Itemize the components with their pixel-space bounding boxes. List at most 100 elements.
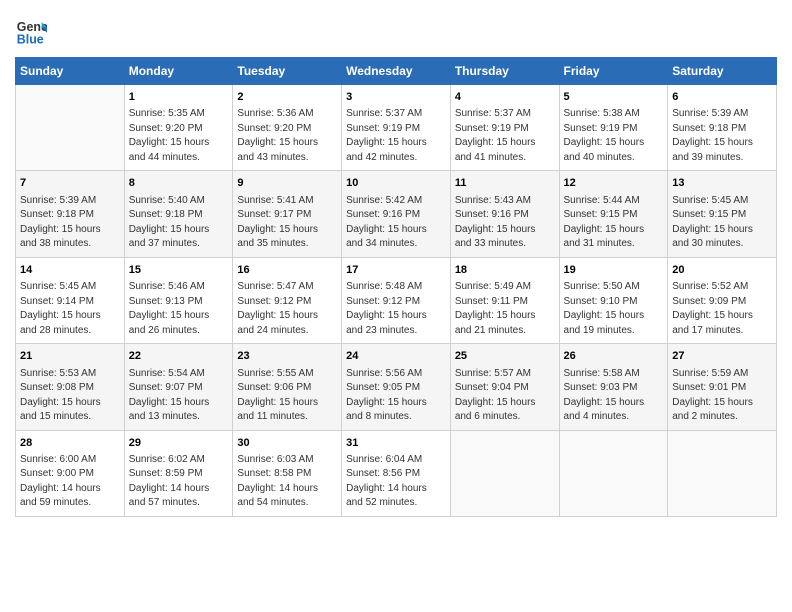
day-info: Sunrise: 5:53 AM Sunset: 9:08 PM Dayligh… xyxy=(20,367,120,425)
day-cell: 23 Sunrise: 5:55 AM Sunset: 9:06 PM Dayli… xyxy=(233,344,342,430)
day-cell xyxy=(668,430,777,516)
day-cell: 17Sunrise: 5:48 AM Sunset: 9:12 PM Dayli… xyxy=(342,257,451,343)
svg-text:Blue: Blue xyxy=(17,32,44,46)
day-number: 31 xyxy=(346,436,446,451)
day-number: 4 xyxy=(455,90,555,105)
week-row-2: 7 Sunrise: 5:39 AM Sunset: 9:18 PM Daylig… xyxy=(16,171,777,257)
day-number: 24 xyxy=(346,349,446,364)
day-cell: 9 Sunrise: 5:41 AM Sunset: 9:17 PM Daylig… xyxy=(233,171,342,257)
day-cell: 13 Sunrise: 5:45 AM Sunset: 9:15 PM Dayli… xyxy=(668,171,777,257)
day-info: Sunrise: 6:02 AM Sunset: 8:59 PM Dayligh… xyxy=(129,453,229,511)
day-cell: 11 Sunrise: 5:43 AM Sunset: 9:16 PM Dayli… xyxy=(450,171,559,257)
col-header-monday: Monday xyxy=(124,58,233,85)
day-info: Sunrise: 5:58 AM Sunset: 9:03 PM Dayligh… xyxy=(564,367,664,425)
week-row-3: 14 Sunrise: 5:45 AM Sunset: 9:14 PM Dayli… xyxy=(16,257,777,343)
day-info: Sunrise: 5:52 AM Sunset: 9:09 PM Dayligh… xyxy=(672,280,772,338)
day-info: Sunrise: 5:35 AM Sunset: 9:20 PM Dayligh… xyxy=(129,107,229,165)
day-number: 1 xyxy=(129,90,229,105)
day-info: Sunrise: 5:43 AM Sunset: 9:16 PM Dayligh… xyxy=(455,194,555,252)
day-number: 15 xyxy=(129,263,229,278)
day-cell: 28Sunrise: 6:00 AM Sunset: 9:00 PM Dayli… xyxy=(16,430,125,516)
day-info: Sunrise: 5:37 AM Sunset: 9:19 PM Dayligh… xyxy=(455,107,555,165)
logo-icon: General Blue xyxy=(15,15,47,47)
col-header-wednesday: Wednesday xyxy=(342,58,451,85)
day-info: Sunrise: 5:47 AM Sunset: 9:12 PM Dayligh… xyxy=(237,280,337,338)
day-cell: 15 Sunrise: 5:46 AM Sunset: 9:13 PM Dayli… xyxy=(124,257,233,343)
day-number: 7 xyxy=(20,176,120,191)
day-info: Sunrise: 5:39 AM Sunset: 9:18 PM Dayligh… xyxy=(20,194,120,252)
day-number: 6 xyxy=(672,90,772,105)
page-header: General Blue xyxy=(15,15,777,47)
logo: General Blue xyxy=(15,15,51,47)
day-cell xyxy=(450,430,559,516)
day-number: 27 xyxy=(672,349,772,364)
day-info: Sunrise: 5:46 AM Sunset: 9:13 PM Dayligh… xyxy=(129,280,229,338)
day-cell: 5 Sunrise: 5:38 AM Sunset: 9:19 PM Daylig… xyxy=(559,85,668,171)
header-row: SundayMondayTuesdayWednesdayThursdayFrid… xyxy=(16,58,777,85)
day-info: Sunrise: 5:38 AM Sunset: 9:19 PM Dayligh… xyxy=(564,107,664,165)
day-cell: 22Sunrise: 5:54 AM Sunset: 9:07 PM Dayli… xyxy=(124,344,233,430)
day-info: Sunrise: 5:44 AM Sunset: 9:15 PM Dayligh… xyxy=(564,194,664,252)
day-info: Sunrise: 5:50 AM Sunset: 9:10 PM Dayligh… xyxy=(564,280,664,338)
day-cell: 21Sunrise: 5:53 AM Sunset: 9:08 PM Dayli… xyxy=(16,344,125,430)
day-number: 25 xyxy=(455,349,555,364)
day-cell: 26 Sunrise: 5:58 AM Sunset: 9:03 PM Dayli… xyxy=(559,344,668,430)
day-cell: 19Sunrise: 5:50 AM Sunset: 9:10 PM Dayli… xyxy=(559,257,668,343)
day-number: 2 xyxy=(237,90,337,105)
col-header-friday: Friday xyxy=(559,58,668,85)
day-info: Sunrise: 5:45 AM Sunset: 9:14 PM Dayligh… xyxy=(20,280,120,338)
day-info: Sunrise: 5:36 AM Sunset: 9:20 PM Dayligh… xyxy=(237,107,337,165)
day-cell: 16 Sunrise: 5:47 AM Sunset: 9:12 PM Dayli… xyxy=(233,257,342,343)
day-number: 18 xyxy=(455,263,555,278)
day-number: 28 xyxy=(20,436,120,451)
calendar-table: SundayMondayTuesdayWednesdayThursdayFrid… xyxy=(15,57,777,517)
day-info: Sunrise: 5:45 AM Sunset: 9:15 PM Dayligh… xyxy=(672,194,772,252)
day-info: Sunrise: 5:42 AM Sunset: 9:16 PM Dayligh… xyxy=(346,194,446,252)
col-header-thursday: Thursday xyxy=(450,58,559,85)
day-number: 30 xyxy=(237,436,337,451)
col-header-tuesday: Tuesday xyxy=(233,58,342,85)
day-cell: 3 Sunrise: 5:37 AM Sunset: 9:19 PM Daylig… xyxy=(342,85,451,171)
day-number: 8 xyxy=(129,176,229,191)
day-cell: 24Sunrise: 5:56 AM Sunset: 9:05 PM Dayli… xyxy=(342,344,451,430)
day-info: Sunrise: 5:41 AM Sunset: 9:17 PM Dayligh… xyxy=(237,194,337,252)
day-cell: 4 Sunrise: 5:37 AM Sunset: 9:19 PM Daylig… xyxy=(450,85,559,171)
day-info: Sunrise: 5:57 AM Sunset: 9:04 PM Dayligh… xyxy=(455,367,555,425)
day-number: 29 xyxy=(129,436,229,451)
day-cell: 30Sunrise: 6:03 AM Sunset: 8:58 PM Dayli… xyxy=(233,430,342,516)
day-number: 11 xyxy=(455,176,555,191)
day-info: Sunrise: 5:39 AM Sunset: 9:18 PM Dayligh… xyxy=(672,107,772,165)
col-header-saturday: Saturday xyxy=(668,58,777,85)
day-info: Sunrise: 5:37 AM Sunset: 9:19 PM Dayligh… xyxy=(346,107,446,165)
week-row-4: 21Sunrise: 5:53 AM Sunset: 9:08 PM Dayli… xyxy=(16,344,777,430)
day-number: 9 xyxy=(237,176,337,191)
day-cell: 12 Sunrise: 5:44 AM Sunset: 9:15 PM Dayli… xyxy=(559,171,668,257)
day-number: 26 xyxy=(564,349,664,364)
day-cell: 29 Sunrise: 6:02 AM Sunset: 8:59 PM Dayli… xyxy=(124,430,233,516)
day-cell: 10Sunrise: 5:42 AM Sunset: 9:16 PM Dayli… xyxy=(342,171,451,257)
day-cell: 20 Sunrise: 5:52 AM Sunset: 9:09 PM Dayli… xyxy=(668,257,777,343)
day-number: 17 xyxy=(346,263,446,278)
day-number: 14 xyxy=(20,263,120,278)
day-info: Sunrise: 5:59 AM Sunset: 9:01 PM Dayligh… xyxy=(672,367,772,425)
day-cell xyxy=(16,85,125,171)
day-number: 12 xyxy=(564,176,664,191)
day-number: 23 xyxy=(237,349,337,364)
day-cell: 31Sunrise: 6:04 AM Sunset: 8:56 PM Dayli… xyxy=(342,430,451,516)
day-info: Sunrise: 5:55 AM Sunset: 9:06 PM Dayligh… xyxy=(237,367,337,425)
day-info: Sunrise: 5:54 AM Sunset: 9:07 PM Dayligh… xyxy=(129,367,229,425)
day-cell: 27 Sunrise: 5:59 AM Sunset: 9:01 PM Dayli… xyxy=(668,344,777,430)
day-cell: 6 Sunrise: 5:39 AM Sunset: 9:18 PM Daylig… xyxy=(668,85,777,171)
day-info: Sunrise: 5:49 AM Sunset: 9:11 PM Dayligh… xyxy=(455,280,555,338)
day-cell: 1 Sunrise: 5:35 AM Sunset: 9:20 PM Daylig… xyxy=(124,85,233,171)
day-cell: 8Sunrise: 5:40 AM Sunset: 9:18 PM Daylig… xyxy=(124,171,233,257)
day-number: 13 xyxy=(672,176,772,191)
day-cell xyxy=(559,430,668,516)
day-cell: 25 Sunrise: 5:57 AM Sunset: 9:04 PM Dayli… xyxy=(450,344,559,430)
week-row-5: 28Sunrise: 6:00 AM Sunset: 9:00 PM Dayli… xyxy=(16,430,777,516)
day-cell: 7 Sunrise: 5:39 AM Sunset: 9:18 PM Daylig… xyxy=(16,171,125,257)
day-number: 20 xyxy=(672,263,772,278)
day-number: 5 xyxy=(564,90,664,105)
day-number: 3 xyxy=(346,90,446,105)
day-number: 16 xyxy=(237,263,337,278)
